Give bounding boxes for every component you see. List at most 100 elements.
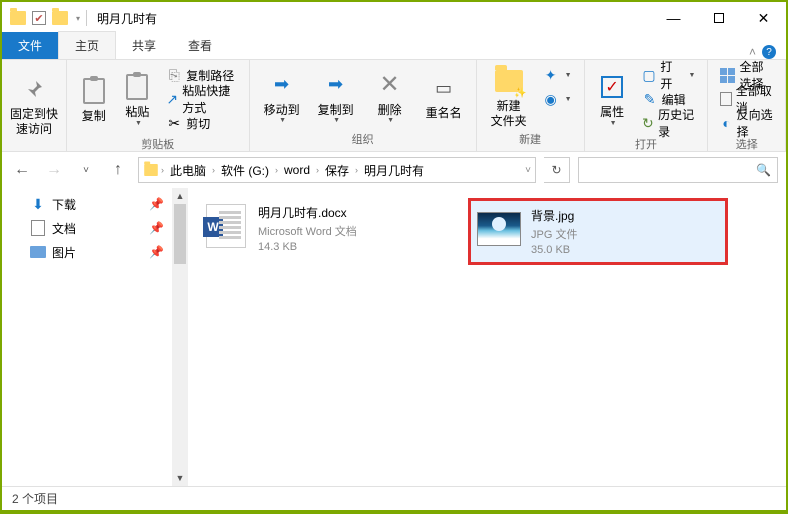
rename-icon: ▭ (428, 72, 460, 104)
pin-icon (22, 77, 46, 101)
word-file-icon (206, 204, 246, 248)
rename-button[interactable]: ▭ 重名名 (420, 64, 468, 129)
pin-icon: 📌 (149, 197, 164, 211)
sidebar-item-downloads[interactable]: ⬇ 下载 📌 (10, 192, 164, 216)
invert-icon: ◐ (720, 115, 732, 131)
tab-share[interactable]: 共享 (116, 32, 172, 59)
open-button[interactable]: ▢打开▼ (638, 64, 700, 86)
delete-button[interactable]: ✕ 删除 ▼ (366, 64, 414, 129)
copy-button[interactable]: 复制 (75, 64, 113, 134)
invert-selection-button[interactable]: ◐反向选择 (716, 112, 777, 134)
pin-quick-access-button[interactable]: 固定到快 速访问 (10, 64, 58, 145)
file-type: Microsoft Word 文档 (258, 223, 357, 239)
new-badge-icon: ✨ (514, 88, 526, 99)
breadcrumb-folder-icon (144, 164, 158, 176)
file-type: JPG 文件 (531, 226, 577, 242)
navigation-pane: ⬇ 下载 📌 文档 📌 图片 📌 (2, 188, 172, 486)
nav-back-button[interactable]: ← (10, 158, 34, 182)
new-item-button[interactable]: ✦▼ (539, 64, 576, 86)
group-clipboard-label: 剪贴板 (75, 134, 241, 154)
history-button[interactable]: ↻历史记录 (638, 112, 700, 134)
file-item-word[interactable]: 明月几时有.docx Microsoft Word 文档 14.3 KB (198, 198, 458, 259)
paste-icon (126, 74, 148, 100)
chevron-down-icon: ▼ (333, 117, 340, 124)
qat-folder-icon[interactable] (52, 11, 68, 25)
scroll-up-icon[interactable]: ▲ (172, 188, 188, 204)
maximize-button[interactable] (696, 2, 741, 34)
paste-button[interactable]: 粘贴 ▼ (119, 64, 157, 134)
ribbon-tabs: 文件 主页 共享 查看 ˄ ? (2, 34, 786, 60)
chevron-down-icon: ▼ (387, 117, 394, 124)
breadcrumb[interactable]: › 此电脑› 软件 (G:)› word› 保存› 明月几时有 ˅ (138, 157, 536, 183)
minimize-button[interactable]: — (651, 2, 696, 34)
group-open-label: 打开 (593, 134, 700, 154)
breadcrumb-segment[interactable]: 明月几时有 (360, 162, 428, 179)
new-folder-button[interactable]: ✨ 新建 文件夹 (485, 64, 533, 129)
delete-x-icon: ✕ (374, 69, 406, 101)
pin-icon: 📌 (149, 245, 164, 259)
copy-to-icon: ➡ (320, 69, 352, 101)
picture-icon (30, 244, 46, 260)
tab-view[interactable]: 查看 (172, 32, 228, 59)
search-input[interactable]: 🔍 (578, 157, 778, 183)
maximize-icon (714, 13, 724, 23)
sidebar-item-documents[interactable]: 文档 📌 (10, 216, 164, 240)
tab-file[interactable]: 文件 (2, 32, 58, 59)
qat-checkbox-icon[interactable]: ✔ (32, 11, 46, 25)
easy-icon: ◉ (543, 91, 559, 107)
sidebar-item-pictures[interactable]: 图片 📌 (10, 240, 164, 264)
cut-button[interactable]: ✂剪切 (162, 112, 240, 134)
path-icon: ⎘ (166, 67, 182, 83)
ribbon-expand-icon[interactable]: ˄ (749, 45, 756, 59)
select-all-icon (720, 68, 735, 83)
file-size: 14.3 KB (258, 241, 357, 253)
clipboard-icon (83, 78, 105, 104)
breadcrumb-dropdown-icon[interactable]: ˅ (525, 165, 531, 176)
file-item-image[interactable]: 背景.jpg JPG 文件 35.0 KB (468, 198, 728, 265)
title-bar: ✔ ▾ 明月几时有 — ✕ (2, 2, 786, 34)
pin-icon: 📌 (149, 221, 164, 235)
group-organize-label: 组织 (258, 129, 468, 149)
image-thumbnail-icon (477, 212, 521, 246)
chevron-down-icon: ▼ (279, 117, 286, 124)
file-list[interactable]: 明月几时有.docx Microsoft Word 文档 14.3 KB 背景.… (188, 188, 786, 486)
select-none-icon (720, 92, 731, 106)
group-select-label: 选择 (716, 134, 777, 154)
copy-to-button[interactable]: ➡ 复制到 ▼ (312, 64, 360, 129)
sidebar-scrollbar[interactable]: ▲ ▼ (172, 188, 188, 486)
properties-button[interactable]: ✓ 属性 ▼ (593, 64, 632, 134)
easy-access-button[interactable]: ◉▼ (539, 88, 576, 110)
group-new-label: 新建 (485, 129, 576, 149)
file-size: 35.0 KB (531, 244, 577, 256)
scroll-thumb[interactable] (174, 204, 186, 264)
tab-home[interactable]: 主页 (58, 31, 116, 59)
history-icon: ↻ (642, 115, 654, 131)
new-item-icon: ✦ (543, 67, 559, 83)
close-button[interactable]: ✕ (741, 2, 786, 34)
paste-shortcut-button[interactable]: ↗粘贴快捷方式 (162, 88, 240, 110)
breadcrumb-segment[interactable]: 此电脑 (166, 162, 210, 179)
nav-up-button[interactable]: ↑ (106, 158, 130, 182)
help-icon[interactable]: ? (762, 45, 776, 59)
ribbon: 固定到快 速访问 复制 粘贴 ▼ ⎘复制路径 ↗粘贴快捷方式 ✂剪 (2, 60, 786, 152)
refresh-button[interactable]: ↻ (544, 157, 570, 183)
nav-recent-dropdown[interactable]: ˅ (74, 158, 98, 182)
content-area: ⬇ 下载 📌 文档 📌 图片 📌 ▲ ▼ 明 (2, 188, 786, 486)
app-folder-icon (10, 11, 26, 25)
breadcrumb-segment[interactable]: word (280, 163, 314, 177)
scroll-down-icon[interactable]: ▼ (172, 470, 188, 486)
shortcut-icon: ↗ (166, 91, 178, 107)
move-icon: ➡ (266, 69, 298, 101)
nav-forward-button[interactable]: → (42, 158, 66, 182)
file-name: 背景.jpg (531, 207, 577, 224)
qat-dropdown-icon[interactable]: ▾ (76, 14, 80, 23)
open-icon: ▢ (642, 67, 657, 83)
file-name: 明月几时有.docx (258, 204, 357, 221)
download-icon: ⬇ (30, 196, 46, 212)
breadcrumb-segment[interactable]: 软件 (G:) (217, 162, 273, 179)
move-to-button[interactable]: ➡ 移动到 ▼ (258, 64, 306, 129)
chevron-down-icon: ▼ (610, 120, 617, 127)
search-icon: 🔍 (756, 163, 771, 177)
status-item-count: 2 个项目 (12, 490, 58, 507)
breadcrumb-segment[interactable]: 保存 (321, 162, 353, 179)
